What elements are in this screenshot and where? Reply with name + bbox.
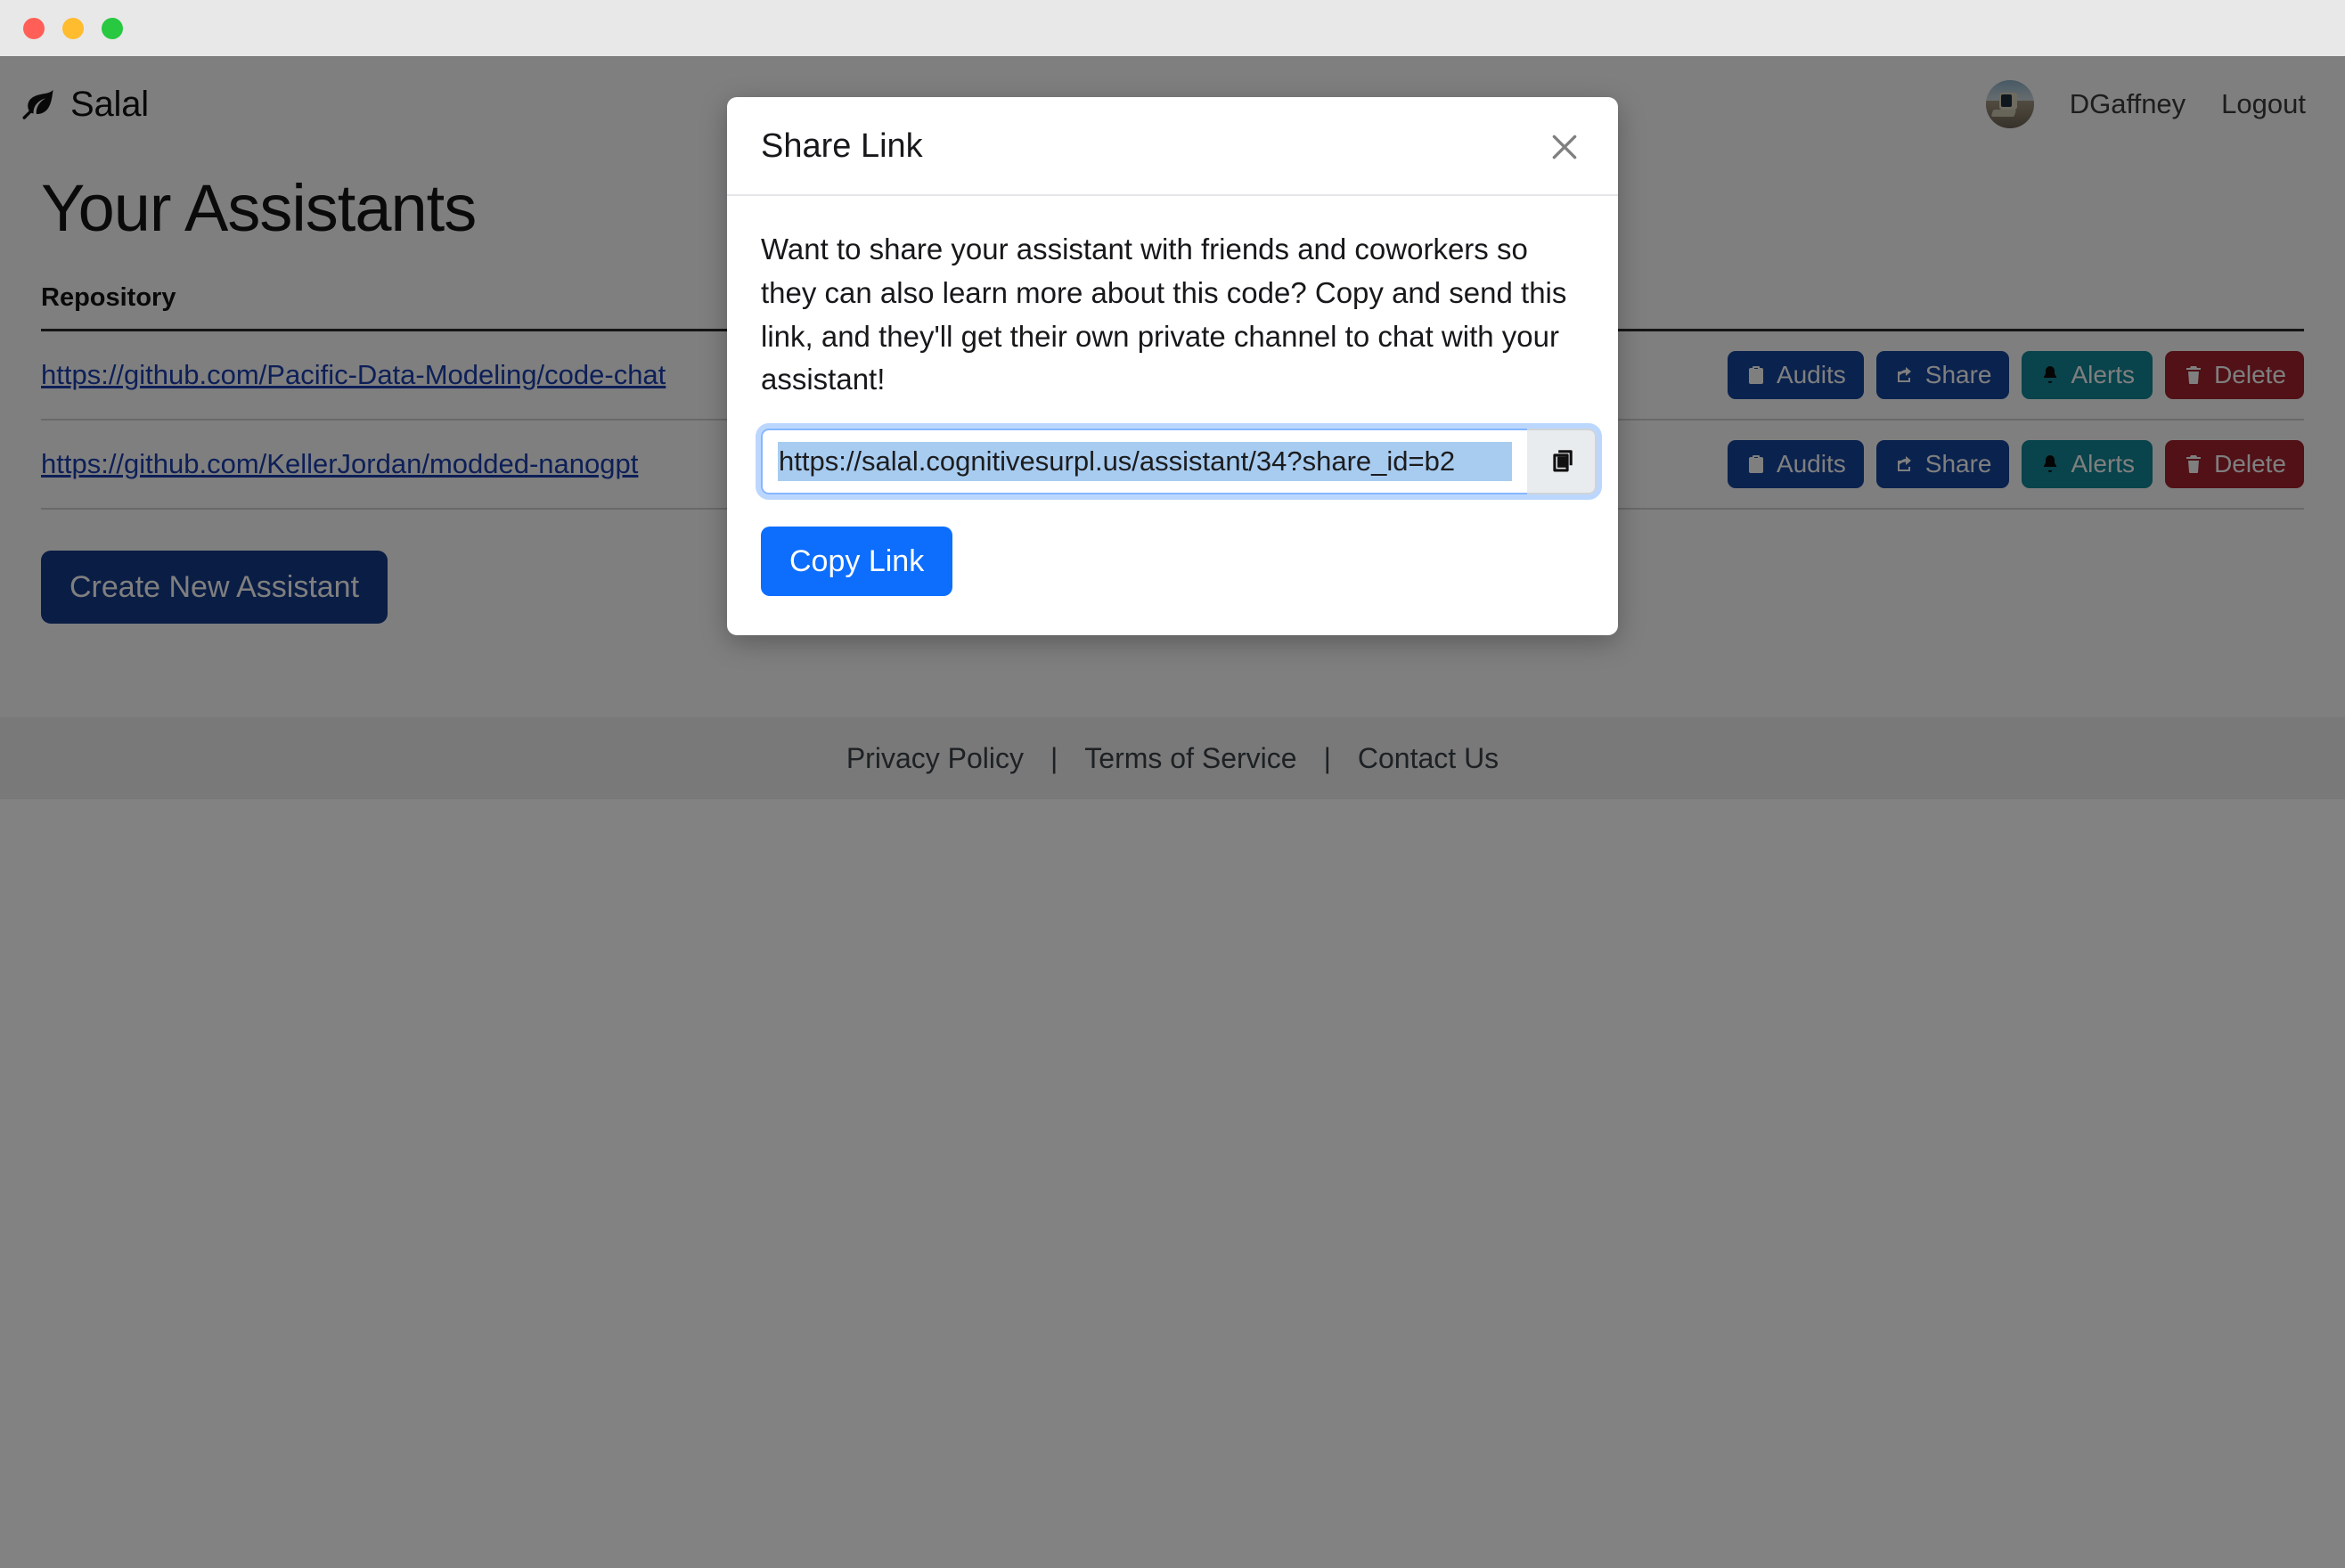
audits-button[interactable]: Audits <box>1727 350 1864 399</box>
delete-button[interactable]: Delete <box>2165 439 2304 488</box>
window-maximize-button[interactable] <box>102 17 123 39</box>
alerts-button-label: Alerts <box>2071 360 2136 388</box>
clipboard-icon <box>1748 365 1763 384</box>
logout-link[interactable]: Logout <box>2221 88 2306 120</box>
brand-name: Salal <box>70 84 149 124</box>
alerts-button-label: Alerts <box>2071 449 2136 478</box>
bell-icon <box>2044 365 2057 383</box>
avatar[interactable] <box>1985 80 2034 128</box>
leaf-icon <box>22 89 53 119</box>
share-link-modal: Share Link Want to share your assistant … <box>727 97 1618 636</box>
alerts-button[interactable]: Alerts <box>2022 439 2153 488</box>
window-title-bar <box>0 0 2345 56</box>
share-button[interactable]: Share <box>1875 439 2010 488</box>
window-minimize-button[interactable] <box>62 17 84 39</box>
copy-icon-button[interactable] <box>1527 429 1597 495</box>
clipboard-icon <box>1748 454 1763 473</box>
alerts-button[interactable]: Alerts <box>2022 350 2153 399</box>
delete-button[interactable]: Delete <box>2165 350 2304 399</box>
share-icon <box>1897 366 1911 382</box>
delete-button-label: Delete <box>2214 360 2286 388</box>
username-label: DGaffney <box>2069 88 2186 119</box>
audits-button-label: Audits <box>1776 449 1846 478</box>
modal-body: Want to share your assistant with friend… <box>727 196 1618 635</box>
bell-icon <box>2044 454 2057 472</box>
window-close-button[interactable] <box>23 17 45 39</box>
browser-viewport: Salal DGaffney Logout Your Assistants Re… <box>0 56 2345 1568</box>
share-link-input-group <box>756 423 1602 501</box>
audits-button-label: Audits <box>1776 360 1846 388</box>
repository-link[interactable]: https://github.com/KellerJordan/modded-n… <box>41 448 638 479</box>
page-background-below-fold <box>0 799 2345 1568</box>
row-actions-cell: Audits Share Alerts Delete <box>1520 330 2304 421</box>
row-actions: Audits Share Alerts Delete <box>1520 350 2304 399</box>
share-button-label: Share <box>1924 360 1992 388</box>
share-link-input[interactable] <box>761 429 1527 495</box>
footer-link-terms-of-service[interactable]: Terms of Service <box>1084 742 1296 775</box>
close-button[interactable] <box>1547 129 1582 165</box>
copy-icon <box>1553 450 1573 472</box>
share-icon <box>1897 455 1911 471</box>
column-header-actions <box>1520 282 2304 331</box>
footer-separator: | <box>1323 741 1331 774</box>
site-footer: Privacy Policy | Terms of Service | Cont… <box>0 717 2345 799</box>
modal-title: Share Link <box>761 127 923 165</box>
row-actions: Audits Share Alerts Delete <box>1520 439 2304 488</box>
modal-header: Share Link <box>727 97 1618 196</box>
trash-icon <box>2186 365 2202 384</box>
header-user-area: DGaffney Logout <box>1985 80 2306 128</box>
brand-logo[interactable]: Salal <box>20 85 149 125</box>
create-new-assistant-button[interactable]: Create New Assistant <box>41 550 388 624</box>
footer-link-contact-us[interactable]: Contact Us <box>1358 742 1499 775</box>
modal-description: Want to share your assistant with friend… <box>761 233 1567 396</box>
trash-icon <box>2186 454 2202 473</box>
repository-link[interactable]: https://github.com/Pacific-Data-Modeling… <box>41 359 666 390</box>
close-icon <box>1552 135 1577 159</box>
footer-link-privacy-policy[interactable]: Privacy Policy <box>846 742 1024 775</box>
share-button-label: Share <box>1924 449 1992 478</box>
row-actions-cell: Audits Share Alerts Delete <box>1520 419 2304 510</box>
window-controls <box>23 17 123 39</box>
share-button[interactable]: Share <box>1875 350 2010 399</box>
footer-separator: | <box>1050 741 1058 774</box>
copy-link-button[interactable]: Copy Link <box>761 527 953 597</box>
delete-button-label: Delete <box>2214 449 2286 478</box>
audits-button[interactable]: Audits <box>1727 439 1864 488</box>
